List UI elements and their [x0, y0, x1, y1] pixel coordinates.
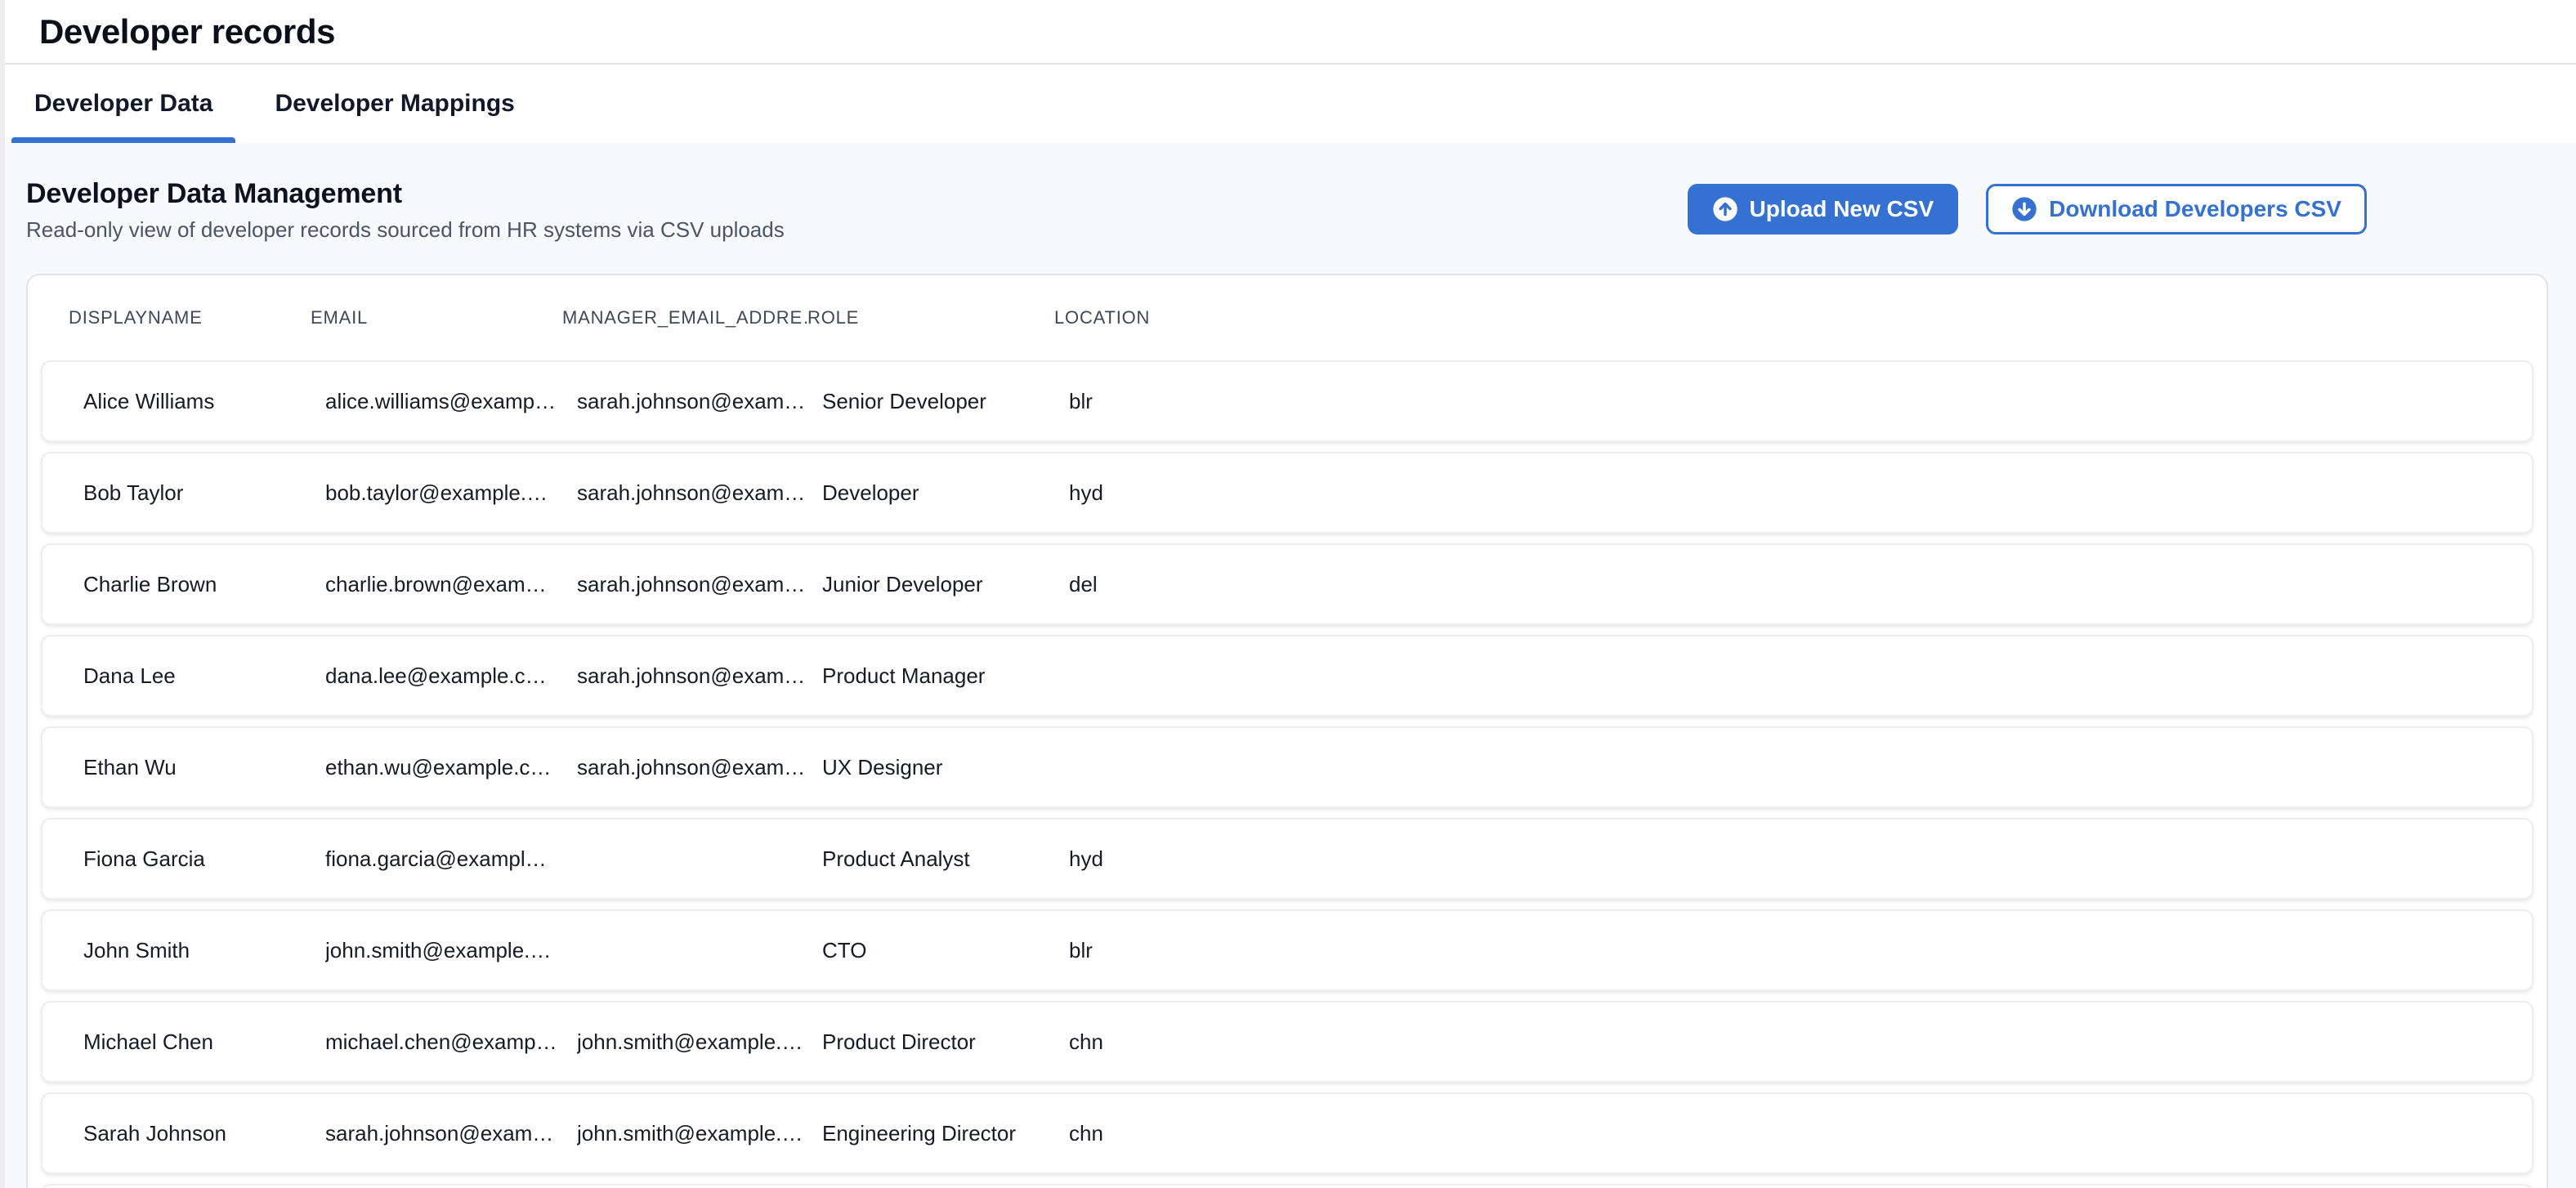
download-button-label: Download Developers CSV [2049, 196, 2341, 222]
cell-manager-email: john.smith@example.… [577, 1121, 822, 1146]
cell-email: alice.williams@examp… [325, 389, 577, 414]
active-tab-underline [11, 137, 235, 143]
cell-manager-email: sarah.johnson@exam… [577, 663, 822, 689]
cell-role: Product Manager [822, 663, 1069, 689]
table-row: Michael Chen michael.chen@examp… john.sm… [41, 1001, 2534, 1083]
cell-location: blr [1069, 938, 2491, 963]
cell-role: Junior Developer [822, 572, 1069, 597]
tab-bar: Developer Data Developer Mappings [0, 65, 2576, 143]
cell-role: CTO [822, 938, 1069, 963]
cell-role: Senior Developer [822, 389, 1069, 414]
table-row: Ethan Wu ethan.wu@example.c… sarah.johns… [41, 726, 2534, 808]
page-title: Developer records [39, 12, 335, 51]
cell-location: blr [1069, 389, 2491, 414]
cell-role: Product Director [822, 1029, 1069, 1055]
column-header-role: ROLE [807, 307, 1054, 328]
tab-developer-mappings[interactable]: Developer Mappings [252, 65, 537, 143]
cell-location: del [1069, 572, 2491, 597]
cell-email: bob.taylor@example.… [325, 480, 577, 506]
table-header-row: DISPLAYNAME EMAIL MANAGER_EMAIL_ADDRE… R… [28, 275, 2547, 360]
circle-arrow-up-icon [1712, 196, 1738, 222]
cell-role: UX Designer [822, 755, 1069, 780]
table-row: Alice Williams alice.williams@examp… sar… [41, 360, 2534, 442]
tab-developer-mappings-label: Developer Mappings [275, 90, 514, 118]
column-header-email: EMAIL [311, 307, 562, 328]
cell-displayname: Dana Lee [83, 663, 325, 689]
cell-manager-email: sarah.johnson@exam… [577, 389, 822, 414]
table-row: Sarah Johnson sarah.johnson@exam… john.s… [41, 1092, 2534, 1174]
column-header-manager-email: MANAGER_EMAIL_ADDRE… [562, 307, 807, 328]
cell-email: michael.chen@examp… [325, 1029, 577, 1055]
tab-content: Developer Data Management Read-only view… [0, 143, 2576, 1188]
table-row: John Smith john.smith@example.… CTO blr [41, 909, 2534, 991]
cell-displayname: Bob Taylor [83, 480, 325, 506]
cell-displayname: Sarah Johnson [83, 1121, 325, 1146]
developer-table: DISPLAYNAME EMAIL MANAGER_EMAIL_ADDRE… R… [26, 274, 2548, 1188]
table-row-partial [41, 1184, 2534, 1188]
table-row: Bob Taylor bob.taylor@example.… sarah.jo… [41, 452, 2534, 534]
left-edge-strip [0, 0, 5, 1188]
cell-location: chn [1069, 1029, 2491, 1055]
download-developers-csv-button[interactable]: Download Developers CSV [1986, 184, 2367, 234]
column-header-location: LOCATION [1054, 307, 2506, 328]
cell-displayname: John Smith [83, 938, 325, 963]
cell-displayname: Michael Chen [83, 1029, 325, 1055]
cell-location: hyd [1069, 480, 2491, 506]
upload-new-csv-button[interactable]: Upload New CSV [1688, 184, 1959, 234]
csv-actions: Upload New CSV Download Developers CSV [1688, 184, 2367, 234]
cell-location: chn [1069, 1121, 2491, 1146]
cell-role: Engineering Director [822, 1121, 1069, 1146]
circle-arrow-down-icon [2011, 196, 2037, 222]
tab-developer-data-label: Developer Data [34, 90, 212, 118]
cell-email: john.smith@example.… [325, 938, 577, 963]
cell-email: dana.lee@example.c… [325, 663, 577, 689]
upload-button-label: Upload New CSV [1750, 196, 1934, 222]
table-rows: Alice Williams alice.williams@examp… sar… [28, 360, 2547, 1188]
column-header-displayname: DISPLAYNAME [69, 307, 311, 328]
title-bar: Developer records [0, 0, 2576, 65]
cell-manager-email: john.smith@example.… [577, 1029, 822, 1055]
cell-manager-email: sarah.johnson@exam… [577, 572, 822, 597]
cell-email: sarah.johnson@exam… [325, 1121, 577, 1146]
tab-developer-data[interactable]: Developer Data [11, 65, 235, 143]
cell-email: fiona.garcia@exampl… [325, 846, 577, 872]
table-row: Charlie Brown charlie.brown@exam… sarah.… [41, 543, 2534, 625]
cell-displayname: Alice Williams [83, 389, 325, 414]
cell-role: Product Analyst [822, 846, 1069, 872]
cell-location: hyd [1069, 846, 2491, 872]
cell-displayname: Charlie Brown [83, 572, 325, 597]
table-row: Fiona Garcia fiona.garcia@exampl… Produc… [41, 818, 2534, 900]
cell-displayname: Ethan Wu [83, 755, 325, 780]
cell-manager-email: sarah.johnson@exam… [577, 480, 822, 506]
cell-email: ethan.wu@example.c… [325, 755, 577, 780]
cell-role: Developer [822, 480, 1069, 506]
table-row: Dana Lee dana.lee@example.c… sarah.johns… [41, 635, 2534, 717]
section-header: Developer Data Management Read-only view… [0, 143, 2576, 274]
cell-displayname: Fiona Garcia [83, 846, 325, 872]
developer-records-page: Developer records Developer Data Develop… [0, 0, 2576, 1188]
cell-manager-email: sarah.johnson@exam… [577, 755, 822, 780]
cell-email: charlie.brown@exam… [325, 572, 577, 597]
